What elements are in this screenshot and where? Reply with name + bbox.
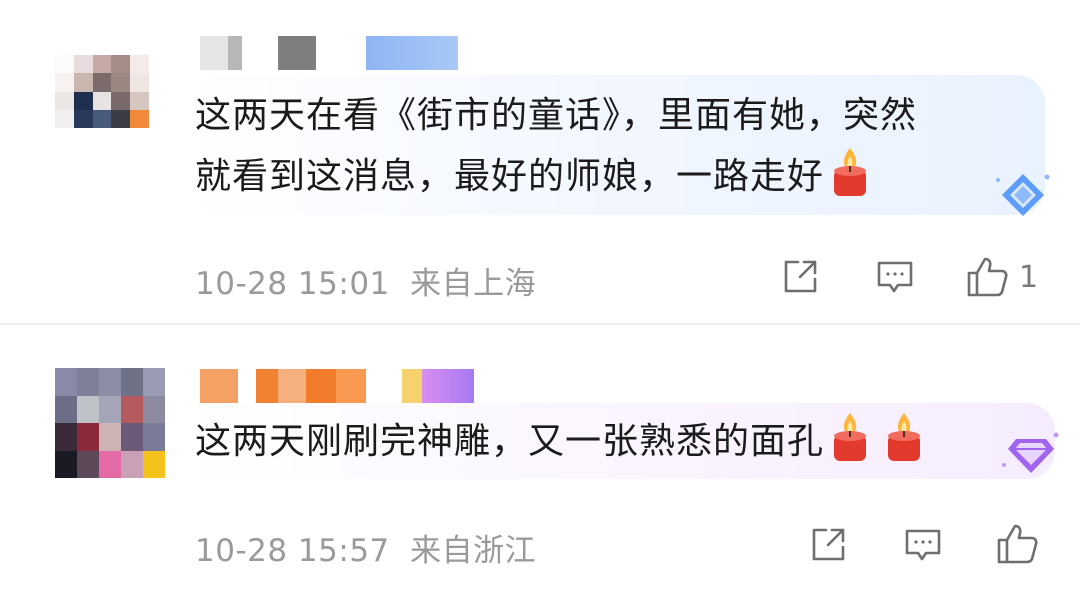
comment-text-segment: 这两天刚刷完神雕，又一张熟悉的面孔 — [195, 421, 825, 462]
comment-meta: 10-28 15:01 来自上海 — [195, 258, 536, 303]
candle-emoji-icon — [830, 411, 870, 463]
share-edit-icon — [812, 528, 845, 561]
username[interactable] — [200, 369, 474, 403]
thumbs-up-icon — [967, 257, 1008, 297]
diamond-badge-icon — [1000, 425, 1062, 485]
avatar[interactable] — [55, 368, 165, 478]
avatar[interactable] — [55, 55, 149, 128]
comment-text-line: 就看到这消息，最好的师娘，一路走好 — [195, 146, 917, 207]
comment-icon — [877, 261, 913, 293]
comment-text-line: 这两天在看《街市的童话》，里面有她，突然 — [195, 95, 918, 136]
like-button[interactable]: 1 — [965, 255, 1038, 299]
timestamp: 10-28 15:01 — [195, 266, 390, 302]
comment-text: 这两天在看《街市的童话》，里面有她，突然 就看到这消息，最好的师娘，一路走好 — [195, 86, 917, 207]
comment-icon — [905, 529, 941, 561]
location: 来自上海 — [410, 266, 537, 302]
location: 来自浙江 — [410, 533, 537, 569]
comment-text: 这两天刚刷完神雕，又一张熟悉的面孔 — [195, 411, 924, 472]
like-button[interactable] — [995, 522, 1049, 566]
comment-meta: 10-28 15:57 来自浙江 — [195, 525, 536, 570]
comment-button[interactable] — [903, 525, 943, 565]
thumbs-up-icon — [997, 524, 1038, 564]
username[interactable] — [200, 36, 458, 70]
repost-button[interactable] — [780, 257, 820, 297]
repost-button[interactable] — [808, 525, 848, 565]
comment-button[interactable] — [875, 257, 915, 297]
like-count: 1 — [1019, 259, 1039, 295]
comment-text-segment: 就看到这消息，最好的师娘，一路走好 — [195, 156, 825, 197]
comment-item: 这两天在看《街市的童话》，里面有她，突然 就看到这消息，最好的师娘，一路走好 1… — [0, 0, 1080, 324]
diamond-badge-icon — [992, 168, 1054, 228]
comment-text-line: 这两天刚刷完神雕，又一张熟悉的面孔 — [195, 411, 924, 472]
timestamp: 10-28 15:57 — [195, 533, 390, 569]
candle-emoji-icon — [830, 146, 870, 198]
candle-emoji-icon — [884, 411, 924, 463]
comment-item: 这两天刚刷完神雕，又一张熟悉的面孔 10-28 15:57 来自浙江 — [0, 325, 1080, 596]
comment-list: 这两天在看《街市的童话》，里面有她，突然 就看到这消息，最好的师娘，一路走好 1… — [0, 0, 1080, 596]
share-edit-icon — [784, 260, 817, 293]
